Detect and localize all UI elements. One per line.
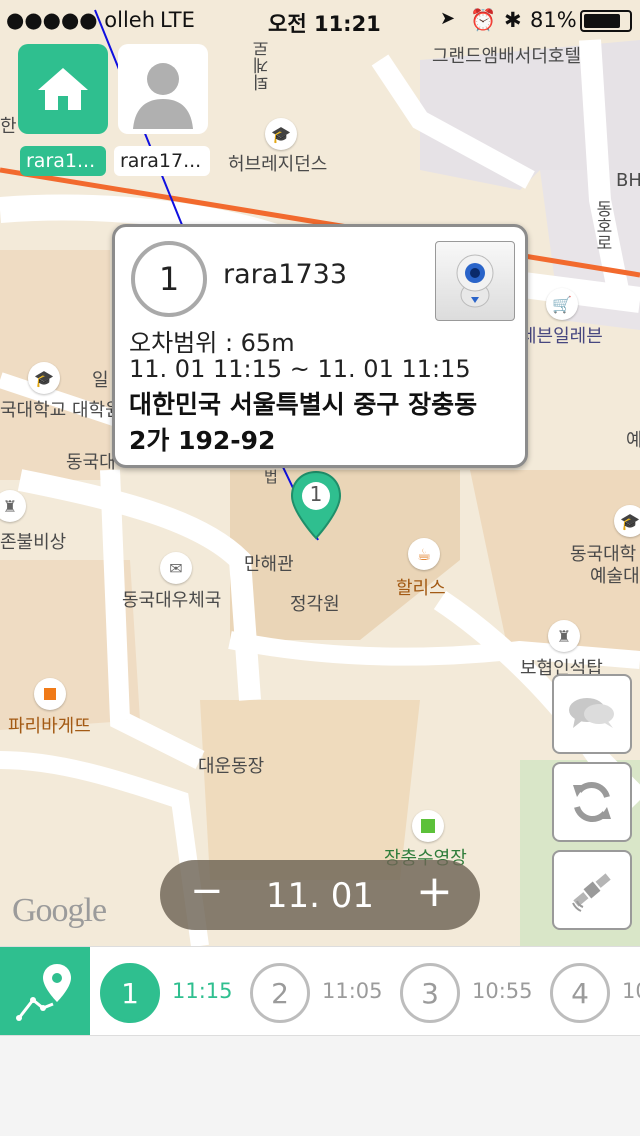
timeline-number: 3: [400, 963, 460, 1023]
satellite-button[interactable]: [552, 850, 632, 930]
timeline-item[interactable]: 2 11:05: [250, 963, 400, 1023]
user-label-home[interactable]: rara1...: [20, 146, 106, 176]
user-avatar-tile[interactable]: [118, 44, 208, 134]
alarm-icon: ⏰: [470, 8, 497, 32]
timeline-bar[interactable]: 1 11:15 2 11:05 3 10:55 4 10: [0, 946, 640, 1036]
landmark-poi-icon[interactable]: ♜: [548, 620, 580, 652]
map-label: 만해관: [244, 554, 294, 575]
timeline-time: 11:05: [322, 979, 383, 1003]
location-info-popup[interactable]: 1 rara1733 오차범위 : 65m 11. 01 11:15 ~ 11.…: [112, 224, 528, 468]
university-poi-icon[interactable]: 🎓: [28, 362, 60, 394]
refresh-button[interactable]: [552, 762, 632, 842]
map-label: 세븐일레븐: [520, 326, 603, 347]
home-icon: [38, 68, 88, 110]
map-pin-icon: [290, 470, 342, 540]
accuracy-text: 오차범위 : 65m: [129, 329, 295, 357]
map-label: 대운동장: [198, 756, 265, 777]
chat-button[interactable]: [552, 674, 632, 754]
battery-icon: [580, 10, 632, 32]
time-range-text: 11. 01 11:15 ~ 11. 01 11:15: [129, 355, 471, 383]
webcam-icon: [456, 254, 494, 308]
battery-percent: 81%: [530, 8, 577, 32]
clock: 오전 11:21: [268, 12, 381, 36]
address-line-2: 2가 192-92: [129, 426, 276, 455]
map-label: 할리스: [396, 578, 446, 599]
map-label: 파리바게뜨: [8, 716, 91, 737]
marker-number: 1: [309, 482, 323, 506]
timeline-number: 4: [550, 963, 610, 1023]
map-label: 예술대: [590, 566, 640, 587]
map-label: 예: [626, 430, 640, 451]
user-label-avatar[interactable]: rara17...: [114, 146, 210, 176]
map-view[interactable]: 🎓 허브레지던스 그랜드앰배서더호텔 BH 🛒 세븐일레븐 🎓 국대학교 대학원…: [0, 0, 640, 946]
next-date-button[interactable]: +: [416, 866, 453, 917]
status-bar: ●●●●● olleh LTE 오전 11:21 ➤ ⏰ ✱ 81%: [0, 0, 640, 40]
address-line-1: 대한민국 서울특별시 중구 장충동: [129, 390, 478, 419]
bluetooth-icon: ✱: [504, 8, 522, 32]
route-pin-icon: [16, 964, 71, 1021]
map-label: 국대학교 대학원: [0, 400, 122, 421]
map-label: 허브레지던스: [228, 154, 328, 175]
map-label: 동호로: [592, 200, 612, 251]
map-label: 그랜드앰배서더호텔: [432, 46, 582, 67]
timeline-item[interactable]: 4 10: [550, 963, 640, 1023]
university-poi-icon[interactable]: 🎓: [614, 505, 640, 537]
location-arrow-icon: ➤: [440, 8, 456, 29]
refresh-icon: [573, 782, 611, 822]
satellite-icon: [572, 873, 611, 912]
pool-poi-icon[interactable]: [412, 810, 444, 842]
map-label: BH: [616, 170, 640, 191]
timeline-time: 10:55: [472, 979, 533, 1003]
timeline-number: 2: [250, 963, 310, 1023]
network-label: LTE: [160, 8, 195, 32]
timeline-time: 10: [622, 979, 640, 1003]
map-label: 한: [0, 116, 17, 137]
map-label: 동국대: [66, 452, 116, 473]
map-label: 존불비상: [0, 532, 67, 553]
map-label: 법: [264, 468, 278, 486]
seven-eleven-poi-icon[interactable]: 🛒: [546, 288, 578, 320]
post-office-poi-icon[interactable]: ✉: [160, 552, 192, 584]
timeline-time: 11:15: [172, 979, 233, 1003]
location-marker[interactable]: 1: [288, 470, 344, 542]
map-label: 동국대우체국: [122, 590, 222, 611]
google-logo: Google: [12, 892, 107, 929]
cafe-poi-icon[interactable]: ☕: [408, 538, 440, 570]
map-label: 퇴계로: [253, 40, 273, 91]
date-control: − 11. 01 +: [160, 860, 480, 930]
map-label: 일: [92, 370, 109, 391]
avatar-icon: [133, 63, 193, 129]
bakery-poi-icon[interactable]: [34, 678, 66, 710]
home-user-tile[interactable]: [18, 44, 108, 134]
hub-residence-poi-icon[interactable]: 🎓: [265, 118, 297, 150]
popup-number-badge: 1: [131, 241, 207, 317]
carrier-label: ●●●●● olleh: [6, 8, 156, 32]
timeline-item[interactable]: 1 11:15: [100, 963, 250, 1023]
address-text: 대한민국 서울특별시 중구 장충동 2가 192-92: [129, 387, 519, 459]
chat-bubbles-icon: [569, 698, 614, 728]
timeline-item[interactable]: 3 10:55: [400, 963, 550, 1023]
route-button[interactable]: [0, 947, 90, 1035]
timeline-number: 1: [100, 963, 160, 1023]
map-label: 정각원: [290, 594, 340, 615]
popup-user-name: rara1733: [223, 259, 348, 290]
webcam-button[interactable]: [435, 241, 515, 321]
